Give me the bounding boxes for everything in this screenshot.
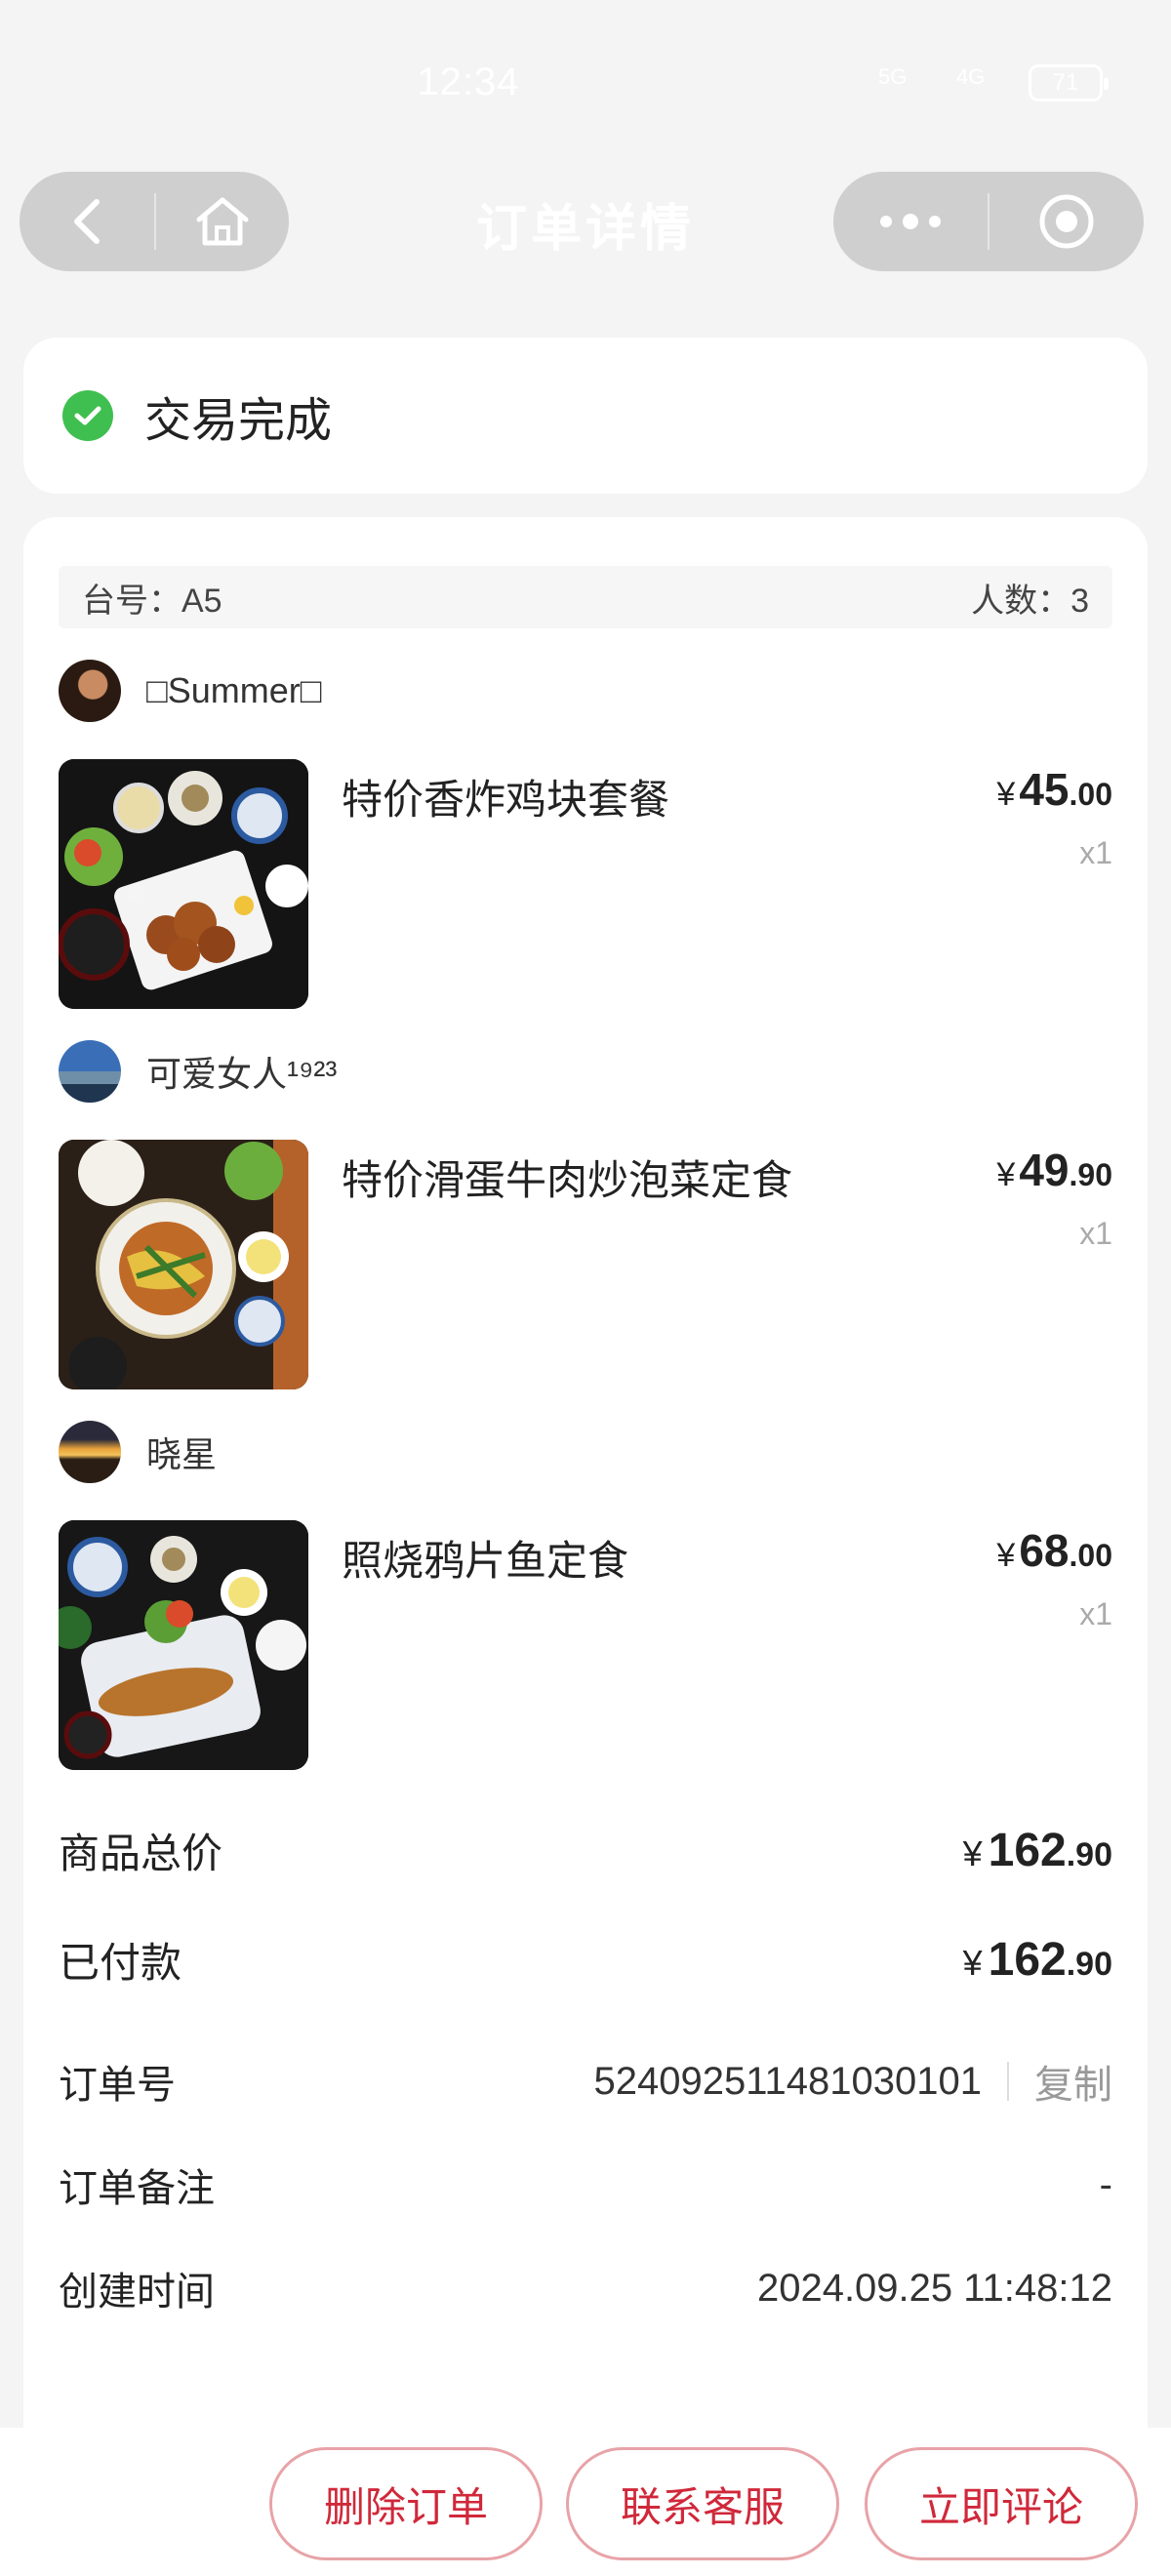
created-time-value: 2024.09.25 11:48:12 <box>756 2266 1112 2310</box>
list-item[interactable]: 特价香炸鸡块套餐 ¥45.00 x1 <box>59 759 1112 1009</box>
dish-name: 照烧鸦片鱼定食 <box>342 1538 629 1584</box>
total-decimal: .90 <box>1066 1836 1112 1873</box>
order-items-card: 台号：A5 人数：3 □Summer□ 特价香炸鸡块套餐 ¥45.00 x1 可… <box>23 517 1148 2039</box>
currency-symbol: ¥ <box>996 1537 1016 1574</box>
system-status-bar: 12:34 5G 4G 71 <box>0 0 1171 166</box>
price-decimal: .00 <box>1069 777 1112 812</box>
order-number-value: 524092511481030101 <box>593 2059 982 2103</box>
battery-icon: 71 <box>1029 64 1109 101</box>
signal-4g-icon: 4G <box>956 64 986 89</box>
created-time-row: 创建时间 2024.09.25 11:48:12 <box>59 2260 1112 2316</box>
avatar <box>59 660 121 722</box>
delete-order-button[interactable]: 删除订单 <box>269 2447 543 2560</box>
copy-button[interactable]: 复制 <box>1034 2053 1112 2110</box>
diner-row: 晓星 <box>59 1421 217 1483</box>
contact-service-button[interactable]: 联系客服 <box>566 2447 839 2560</box>
diner-name: 可爱女人¹⁹²³ <box>146 1054 338 1094</box>
status-time: 12:34 <box>417 60 520 103</box>
currency-symbol: ¥ <box>996 1156 1016 1193</box>
nav-right-capsule <box>833 172 1144 271</box>
order-number-label: 订单号 <box>59 2064 176 2107</box>
dish-image <box>59 1140 308 1389</box>
goods-total-value: ¥162.90 <box>963 1824 1112 1877</box>
avatar <box>59 1421 121 1483</box>
paid-decimal: .90 <box>1066 1946 1112 1983</box>
price-decimal: .00 <box>1069 1538 1112 1573</box>
more-button[interactable] <box>833 172 988 271</box>
dish-name: 特价滑蛋牛肉炒泡菜定食 <box>342 1157 793 1203</box>
created-time-label: 创建时间 <box>59 2271 215 2314</box>
list-item[interactable]: 特价滑蛋牛肉炒泡菜定食 ¥49.90 x1 <box>59 1140 1112 1389</box>
order-number-group: 524092511481030101 复制 <box>594 2053 1112 2110</box>
order-detail-page: 12:34 5G 4G 71 订单详情 交易完成 台号：A5 人数：3 □Sum… <box>0 0 1171 2576</box>
dish-price: ¥68.00 <box>996 1524 1112 1577</box>
goods-total-row: 商品总价 ¥162.90 <box>59 1821 1112 1880</box>
diner-name: 晓星 <box>146 1434 218 1474</box>
currency-symbol: ¥ <box>962 1943 983 1983</box>
order-remark-label: 订单备注 <box>59 2167 215 2210</box>
bottom-action-bar: 删除订单 联系客服 立即评论 <box>0 2428 1171 2576</box>
review-now-button[interactable]: 立即评论 <box>865 2447 1138 2560</box>
goods-total-label: 商品总价 <box>59 1831 223 1876</box>
price-integer: 45 <box>1019 764 1070 815</box>
table-number: 台号：A5 <box>82 582 222 620</box>
dish-quantity: x1 <box>1079 1596 1112 1631</box>
paid-label: 已付款 <box>59 1940 182 1986</box>
diner-row: □Summer□ <box>59 660 322 722</box>
price-integer: 68 <box>1019 1525 1070 1576</box>
dish-price: ¥45.00 <box>996 763 1112 816</box>
price-decimal: .90 <box>1069 1157 1112 1192</box>
order-number-row: 订单号 524092511481030101 复制 <box>59 2053 1112 2110</box>
order-remark-row: 订单备注 - <box>59 2156 1112 2213</box>
order-status-card: 交易完成 <box>23 338 1148 494</box>
target-circle-icon <box>1039 194 1094 249</box>
currency-symbol: ¥ <box>962 1833 983 1873</box>
signal-5g-icon: 5G <box>878 64 908 89</box>
dish-image <box>59 759 308 1009</box>
more-dots-icon <box>880 214 941 229</box>
dish-name: 特价香炸鸡块套餐 <box>342 777 670 823</box>
list-item[interactable]: 照烧鸦片鱼定食 ¥68.00 x1 <box>59 1520 1112 1770</box>
people-count: 人数：3 <box>971 582 1089 620</box>
dish-image <box>59 1520 308 1770</box>
paid-integer: 162 <box>988 1934 1067 1986</box>
check-circle-icon <box>62 390 113 441</box>
copy-divider <box>1007 2062 1009 2101</box>
currency-symbol: ¥ <box>996 776 1016 813</box>
close-miniprogram-button[interactable] <box>989 172 1144 271</box>
total-integer: 162 <box>988 1825 1067 1876</box>
diner-name: □Summer□ <box>146 670 322 710</box>
order-status-text: 交易完成 <box>144 395 333 447</box>
avatar <box>59 1040 121 1103</box>
order-info-card: 订单号 524092511481030101 复制 订单备注 - 创建时间 20… <box>23 2018 1148 2428</box>
paid-value: ¥162.90 <box>963 1933 1112 1987</box>
dish-quantity: x1 <box>1079 835 1112 870</box>
price-integer: 49 <box>1019 1145 1070 1195</box>
table-info-bar: 台号：A5 人数：3 <box>59 566 1112 628</box>
paid-row: 已付款 ¥162.90 <box>59 1930 1112 1990</box>
diner-row: 可爱女人¹⁹²³ <box>59 1040 337 1103</box>
order-remark-value: - <box>1099 2162 1112 2206</box>
dish-price: ¥49.90 <box>996 1144 1112 1196</box>
dish-quantity: x1 <box>1079 1216 1112 1251</box>
